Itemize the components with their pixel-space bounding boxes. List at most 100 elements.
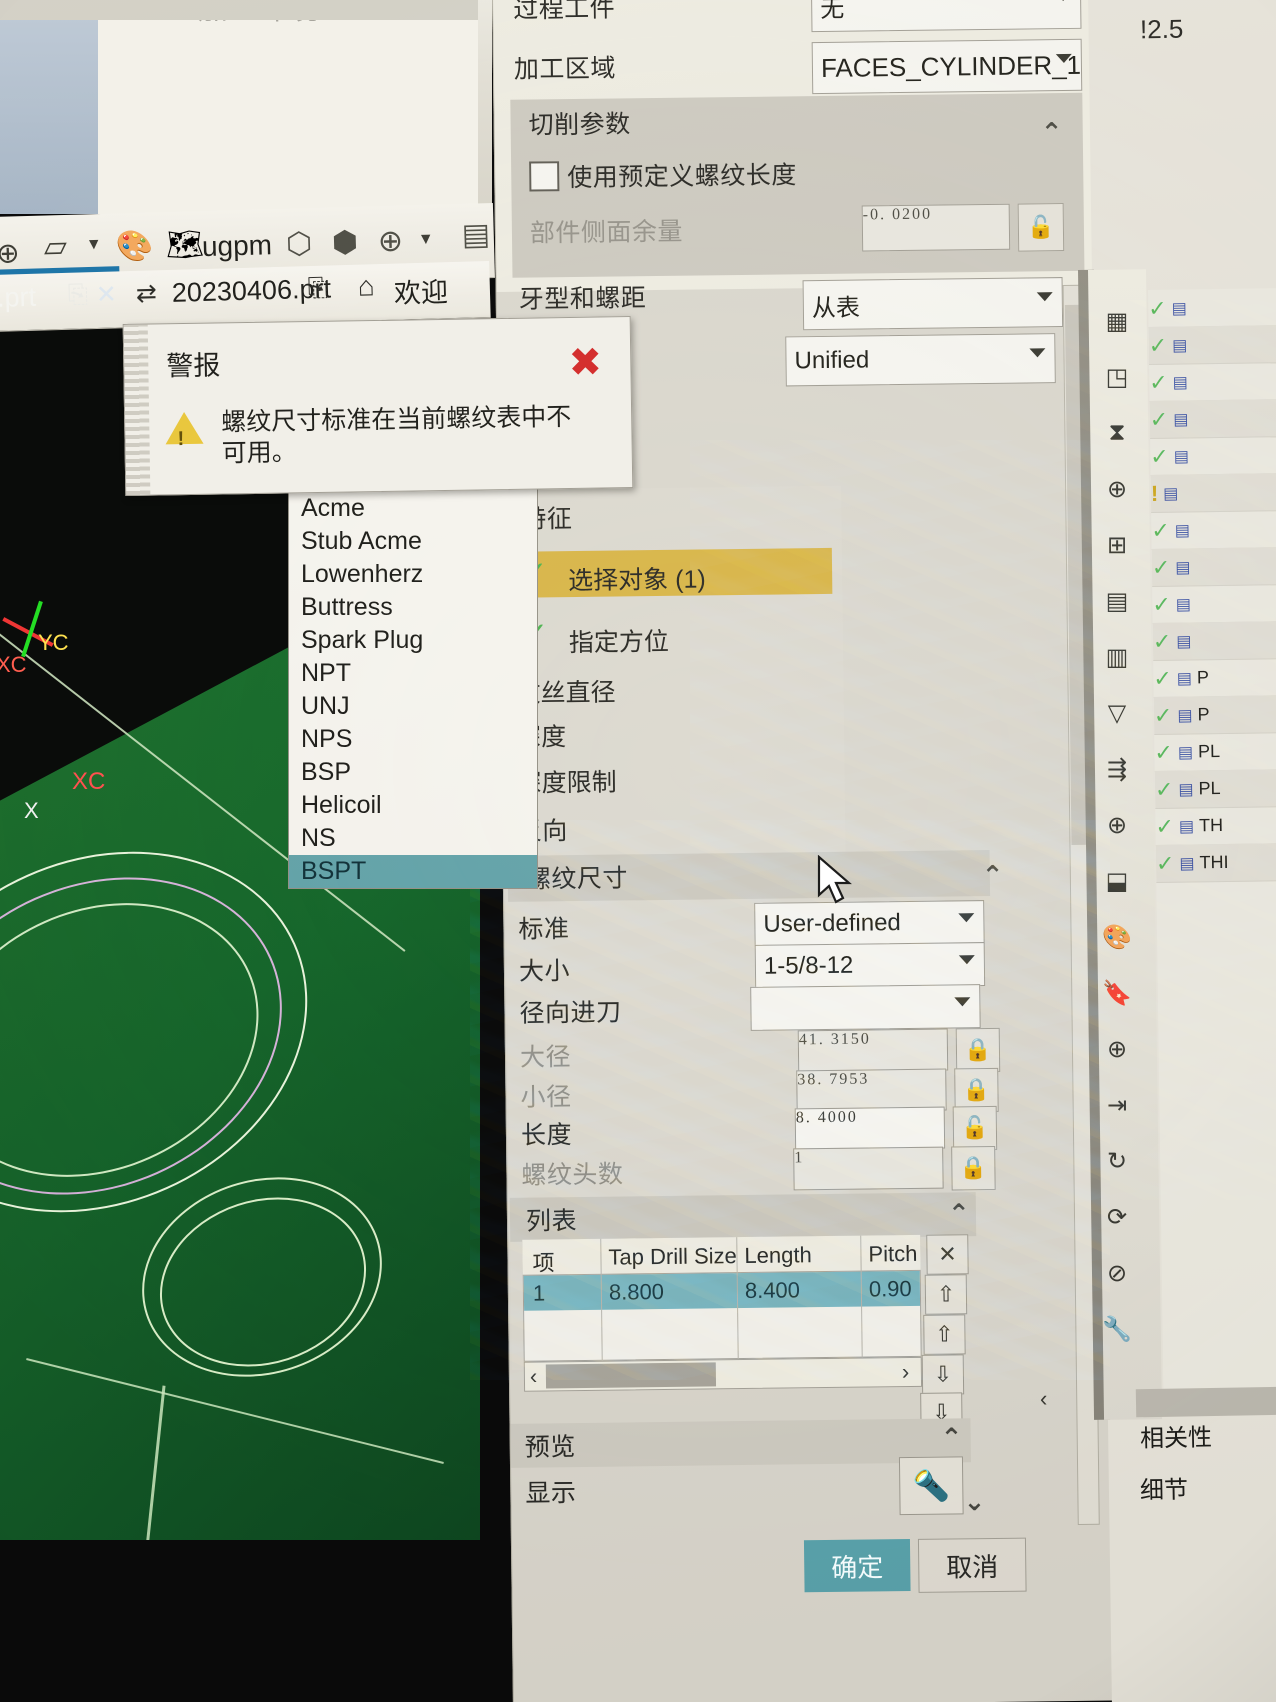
collapse-chevron-thread-size[interactable]: ⌃ — [982, 860, 1004, 891]
part-navigator-icon[interactable]: ◳ — [1096, 356, 1138, 398]
close-icon[interactable]: ✖ — [562, 339, 609, 386]
operation-tree-row[interactable]: ✓ ▤ — [1149, 362, 1276, 402]
field-machining-area[interactable]: FACES_CYLINDER_1 — [811, 38, 1083, 95]
operation-tree-row[interactable]: ✓ ▤ THI — [1155, 842, 1276, 883]
chevron-down-icon-size[interactable] — [958, 955, 975, 965]
process-icon[interactable]: ⇶ — [1096, 748, 1138, 790]
chevron-down-icon-standard[interactable] — [1029, 348, 1046, 358]
table-cell-tap-drill-size[interactable]: 8.800 — [609, 1279, 664, 1306]
operation-tree-row[interactable]: ✓ ▤ P — [1153, 695, 1276, 735]
operation-tree-row[interactable]: ✓ ▤ P — [1153, 658, 1276, 698]
collapse-chevron-list[interactable]: ⌃ — [948, 1198, 970, 1229]
tree-scroll-left-icon[interactable]: ‹ — [1040, 1386, 1047, 1412]
dropdown-option-npt[interactable]: NPT — [289, 657, 537, 690]
collapse-chevron-cut-params[interactable]: ⌃ — [1041, 117, 1063, 148]
feature-item-select-object[interactable]: 选择对象 (1) — [568, 559, 706, 597]
thread-milling-dialog[interactable]: 过程工件 无 加工区域 FACES_CYLINDER_1 切削参数 ⌃ 使用预定… — [492, 0, 1114, 1702]
add-icon[interactable]: ⊕ — [1096, 1028, 1138, 1070]
field-part-side-stock[interactable]: -0. 0200 — [861, 203, 1011, 252]
panel-icon[interactable]: ▤ — [461, 217, 490, 253]
reuse-library-icon[interactable]: ⊕ — [1096, 468, 1138, 510]
dropdown-option-stub-acme[interactable]: Stub Acme — [289, 525, 537, 558]
bookmark-icon[interactable]: 🔖 — [1096, 972, 1138, 1014]
export-icon[interactable]: ⇥ — [1096, 1084, 1138, 1126]
operation-tree-row[interactable]: ! ▤ — [1150, 473, 1276, 513]
lock-icon-thread-starts[interactable]: 🔒 — [951, 1145, 996, 1191]
chevron-down-icon-radial[interactable] — [954, 997, 971, 1007]
field-thread-standard[interactable]: Unified — [785, 333, 1056, 387]
chevron-down-icon-std[interactable] — [958, 913, 975, 923]
lock-icon-major-diameter[interactable]: 🔒 — [955, 1027, 1001, 1073]
feature-item-specify-orientation[interactable]: 指定方位 — [569, 622, 669, 659]
refresh-icon[interactable]: ↻ — [1096, 1140, 1138, 1182]
field-major-diameter[interactable]: 41. 3150 — [797, 1028, 949, 1073]
constraint-icon[interactable]: ⧗ — [1096, 412, 1138, 454]
field-length[interactable]: 8. 4000 — [794, 1106, 946, 1151]
unlock-icon-length[interactable]: 🔓 — [952, 1105, 998, 1151]
material-icon[interactable]: 🗺 — [165, 227, 204, 263]
web-browser-icon[interactable]: ▤ — [1096, 580, 1138, 622]
chevron-down-icon-mode[interactable] — [1036, 292, 1053, 302]
tab-refresh-icon[interactable]: ⇄ — [135, 278, 157, 309]
table-cell-pitch[interactable]: 0.90 — [869, 1276, 912, 1303]
field-radial-feed[interactable] — [750, 984, 981, 1031]
tab-label-partial[interactable]: n.prt — [0, 282, 36, 314]
field-standard[interactable]: User-defined — [754, 900, 985, 947]
solid-box-icon-2[interactable]: ⬢ — [331, 225, 358, 261]
move-top-button[interactable]: ⇧ — [924, 1274, 968, 1315]
operation-tree-row[interactable]: ✓ ▤ TH — [1155, 805, 1276, 846]
chevron-down-icon-area[interactable] — [1055, 53, 1072, 64]
move-down-button[interactable]: ⇩ — [921, 1354, 965, 1395]
table-cell-length[interactable]: 8.400 — [745, 1277, 800, 1304]
dropdown-option-helicoil[interactable]: Helicoil — [289, 789, 537, 822]
regenerate-icon[interactable]: ⟳ — [1096, 1196, 1138, 1238]
palette-icon[interactable]: 🎨 — [1096, 916, 1138, 958]
dropdown-option-spark-plug[interactable]: Spark Plug — [289, 624, 537, 657]
field-thread-starts[interactable]: 1 — [793, 1146, 944, 1191]
operation-tree-row[interactable]: ✓ ▤ — [1150, 436, 1276, 476]
checkbox-predefined-thread-length[interactable] — [529, 161, 560, 192]
dropdown-option-bsp[interactable]: BSP — [289, 756, 537, 789]
verify-icon[interactable]: ⊘ — [1096, 1252, 1138, 1294]
table-cell-item[interactable]: 1 — [533, 1280, 546, 1306]
delete-row-button[interactable]: ✕ — [926, 1234, 969, 1275]
tree-hscrollbar[interactable] — [1135, 1386, 1276, 1418]
target-icon[interactable]: ⊕ — [377, 224, 403, 260]
table-header-item[interactable]: 项 — [532, 1245, 554, 1277]
dropdown-option-unj[interactable]: UNJ — [289, 690, 537, 723]
table-header-pitch[interactable]: Pitch — [868, 1241, 917, 1268]
operation-tree-row[interactable]: ✓ ▤ — [1151, 547, 1276, 587]
datum-icon[interactable]: ⊕ — [0, 236, 20, 270]
flashlight-icon[interactable]: 🔦 — [898, 1456, 964, 1516]
field-size[interactable]: 1-5/8-12 — [754, 942, 986, 989]
dropdown-option-nps[interactable]: NPS — [289, 723, 537, 756]
chevron-down-icon-1[interactable]: ▼ — [86, 236, 102, 254]
dropdown-option-buttress[interactable]: Buttress — [289, 591, 537, 624]
expand-chevron-preview-down[interactable]: ⌄ — [963, 1486, 985, 1517]
operation-tree-row[interactable]: ✓ ▤ — [1152, 584, 1276, 624]
field-minor-diameter[interactable]: 38. 7953 — [796, 1068, 947, 1113]
tab-label-home[interactable]: 欢迎 — [393, 270, 449, 310]
move-up-button[interactable]: ⇧ — [923, 1314, 966, 1355]
hd3d-icon[interactable]: ⊞ — [1096, 524, 1138, 566]
scroll-right-icon[interactable]: › — [902, 1359, 910, 1385]
table-header-tap-drill-size[interactable]: Tap Drill Size — [608, 1243, 737, 1271]
tab-modified-icon[interactable]: ⎘ — [67, 280, 88, 310]
warning-dialog[interactable]: 警报 ✖ ! 螺纹尺寸标准在当前螺纹表中不可用。 — [122, 316, 634, 496]
ok-button[interactable]: 确定 — [803, 1539, 911, 1593]
cancel-button[interactable]: 取消 — [917, 1537, 1027, 1593]
dropdown-option-acme[interactable]: Acme — [289, 492, 537, 525]
scroll-left-icon[interactable]: ‹ — [530, 1364, 538, 1390]
machining-setup-icon[interactable]: 🎨 — [115, 229, 153, 265]
collapse-chevron-preview[interactable]: ⌃ — [941, 1422, 963, 1453]
system-scene-icon[interactable]: ⬓ — [1096, 860, 1138, 902]
operation-tree-row[interactable]: ✓ ▤ — [1148, 288, 1276, 328]
chevron-down-icon-2[interactable]: ▼ — [418, 231, 434, 249]
table-hscrollbar-thumb[interactable] — [545, 1362, 717, 1389]
plane-datum-icon[interactable]: ▱ — [43, 229, 67, 265]
chevron-down-icon-process[interactable] — [1055, 0, 1072, 2]
filter-icon[interactable]: ▽ — [1096, 692, 1138, 734]
table-header-length[interactable]: Length — [744, 1242, 812, 1269]
dropdown-option-ns[interactable]: NS — [289, 822, 537, 855]
dropdown-option-bspt[interactable]: BSPT — [289, 855, 537, 888]
